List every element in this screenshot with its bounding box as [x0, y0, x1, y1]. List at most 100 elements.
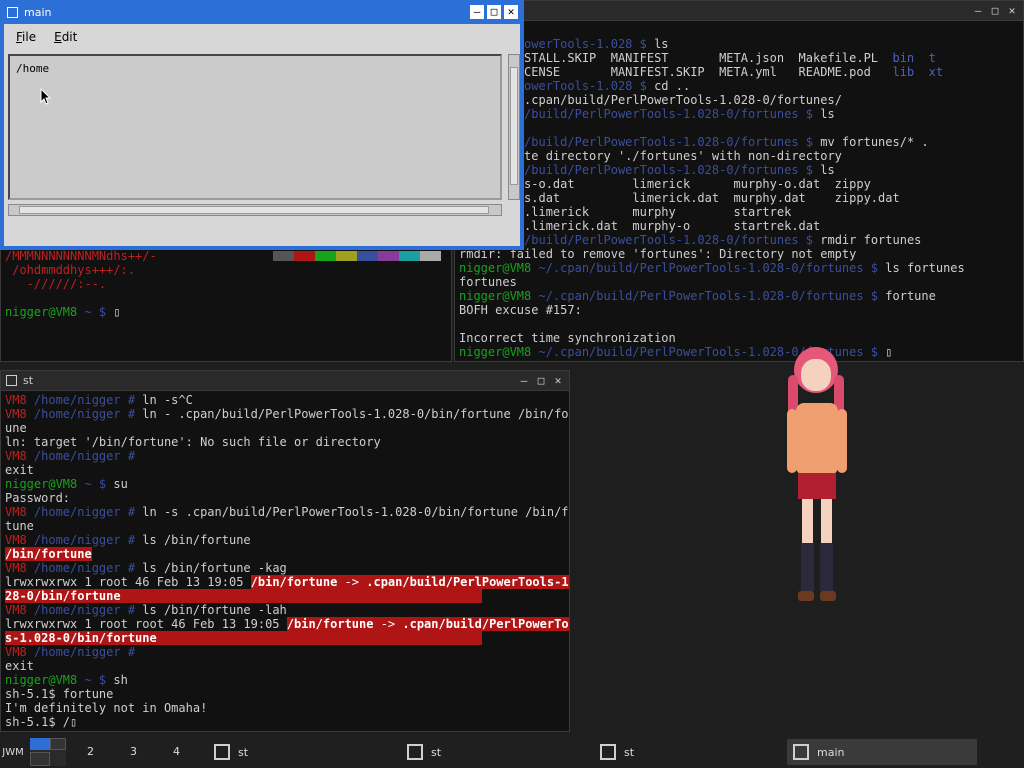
- terminal-text: Incorrect time synchronization: [459, 331, 676, 345]
- main-window[interactable]: main – □ ✕ File Edit /home: [0, 0, 524, 250]
- text-area[interactable]: /home: [8, 54, 502, 200]
- terminal-text: /home/nigger #: [26, 645, 143, 659]
- pager-desktop-3[interactable]: 3: [112, 736, 155, 768]
- terminal-line: VM8 /home/nigger #: [5, 449, 565, 463]
- terminal-line: VM8 /home/nigger # ls /bin/fortune -kag: [5, 561, 565, 575]
- title-bar[interactable]: main – □ ✕: [2, 2, 522, 22]
- top-left-terminal-output[interactable]: /MMMNNNNNNNNMNdhs++/- /ohdmmddhys+++/:. …: [1, 247, 451, 361]
- maximize-icon[interactable]: □: [487, 5, 501, 19]
- terminal-line: lrwxrwxrwx 1 root 46 Feb 13 19:05 /bin/f…: [5, 575, 569, 589]
- palette-swatch: [294, 251, 315, 261]
- terminal-text: ln - .cpan/build/PerlPowerTools-1.028-0/…: [142, 407, 569, 421]
- terminal-text: ln -s .cpan/build/PerlPowerTools-1.028-0…: [142, 505, 569, 519]
- terminal-text: nigger@VM8: [459, 345, 532, 359]
- window-icon: [793, 744, 809, 760]
- terminal-text: 28-0/bin/fortune: [5, 589, 482, 603]
- terminal-text: ~ $: [77, 305, 114, 319]
- window-menu-icon[interactable]: [6, 375, 17, 386]
- window-icon: [600, 744, 616, 760]
- terminal-line: ln: target '/bin/fortune': No such file …: [5, 435, 565, 449]
- horizontal-scroll-thumb[interactable]: [19, 206, 489, 214]
- terminal-text: ls /bin/fortune: [142, 533, 251, 547]
- terminal-text: ->: [337, 575, 367, 589]
- terminal-line: sh-5.1$ fortune: [5, 687, 565, 701]
- palette-swatch: [336, 251, 357, 261]
- terminal-text: cd .cpan/build/PerlPowerTools-1.028-0/fo…: [502, 93, 842, 107]
- terminal-text: /home/nigger #: [26, 561, 143, 575]
- terminal-text: fortunes: [459, 275, 517, 289]
- terminal-line: nigger@VM8 ~ $ sh: [5, 673, 565, 687]
- st-terminal-output[interactable]: VM8 /home/nigger # ln -s^C VM8 /home/nigg…: [1, 391, 569, 731]
- st-terminal-window[interactable]: st – □ ✕ VM8 /home/nigger # ln -s^C VM8 /…: [0, 370, 570, 732]
- terminal-text: t: [928, 51, 936, 65]
- pager-desktop-4[interactable]: 4: [155, 736, 198, 768]
- vertical-scroll-thumb[interactable]: [510, 67, 518, 185]
- terminal-text: NG.md INSTALL.SKIP MANIFEST META.json Ma…: [459, 51, 893, 65]
- mouse-pointer-icon: [40, 88, 52, 105]
- close-icon[interactable]: ✕: [551, 374, 565, 388]
- terminal-text: ~ $: [77, 477, 114, 491]
- terminal-text: VM8: [5, 561, 27, 575]
- minimize-icon[interactable]: –: [971, 4, 985, 18]
- terminal-line: VM8 /home/nigger # ls /bin/fortune -lah: [5, 603, 565, 617]
- terminal-text: ln: target '/bin/fortune': No such file …: [5, 435, 381, 449]
- window-icon: [214, 744, 230, 760]
- title-bar[interactable]: – □ ✕: [455, 1, 1023, 21]
- horizontal-scrollbar[interactable]: [8, 204, 502, 216]
- terminal-text: /ohdmmddhys+++/:.: [5, 263, 136, 277]
- terminal-line: exit: [5, 659, 565, 673]
- terminal-text: /bin/fortune: [5, 547, 92, 561]
- terminal-text: /home/nigger #: [26, 393, 143, 407]
- menu-edit[interactable]: Edit: [54, 30, 77, 44]
- maximize-icon[interactable]: □: [534, 374, 548, 388]
- terminal-line: nigger@VM8 ~ $ su: [5, 477, 565, 491]
- start-menu-button[interactable]: JWM: [0, 747, 26, 758]
- terminal-text: s-1.028-0/bin/fortune: [5, 631, 482, 645]
- vertical-scrollbar[interactable]: [508, 54, 520, 200]
- task-button-st-1[interactable]: st: [208, 739, 398, 765]
- terminal-line: VM8 /home/nigger # ln -s^C: [5, 393, 565, 407]
- terminal-line: LICENSE MANIFEST.SKIP META.yml README.po…: [459, 65, 1019, 79]
- window-menu-icon[interactable]: [7, 6, 18, 18]
- close-icon[interactable]: ✕: [504, 5, 518, 19]
- task-button-st-3[interactable]: st: [594, 739, 784, 765]
- terminal-text: lrwxrwxrwx 1 root root 46 Feb 13 19:05: [5, 617, 287, 631]
- text-area-content: /home: [16, 62, 50, 75]
- minimize-icon[interactable]: –: [517, 374, 531, 388]
- terminal-text: nigger@VM8: [5, 477, 78, 491]
- task-button-main[interactable]: main: [787, 739, 977, 765]
- palette-swatch: [357, 251, 378, 261]
- menu-file-label: ile: [22, 30, 37, 44]
- terminal-line: nigger@VM8 ~/.cpan/build/PerlPowerTools-…: [459, 345, 1019, 359]
- terminal-line: BOFH excuse #157:: [459, 303, 1019, 317]
- terminal-text: ls /bin/fortune -kag: [142, 561, 287, 575]
- close-icon[interactable]: ✕: [1005, 4, 1019, 18]
- terminal-line: 8 ~/PerlPowerTools-1.028 $ cd ..: [459, 79, 1019, 93]
- terminal-line: fortunes-o.dat limerick murphy-o.dat zip…: [459, 177, 1019, 191]
- minimize-icon[interactable]: –: [470, 5, 484, 19]
- terminal-text: .cpan/build/PerlPowerTools-1.0: [366, 575, 569, 589]
- top-right-terminal-output[interactable]: rtunes/8 ~/PerlPowerTools-1.028 $ lsNG.m…: [455, 21, 1023, 361]
- terminal-line: sh-5.1$ /▯: [5, 715, 565, 729]
- terminal-line: nigger@VM8 ~/.cpan/build/PerlPowerTools-…: [459, 289, 1019, 303]
- terminal-line: 8 ~ $ cd .cpan/build/PerlPowerTools-1.02…: [459, 93, 1019, 107]
- task-label: st: [238, 745, 249, 759]
- terminal-text: exit: [5, 659, 34, 673]
- terminal-text: VM8: [5, 393, 27, 407]
- terminal-text: fortune: [885, 289, 936, 303]
- title-bar[interactable]: st – □ ✕: [1, 371, 569, 391]
- terminal-text: nigger@VM8: [459, 261, 532, 275]
- top-right-terminal-window[interactable]: – □ ✕ rtunes/8 ~/PerlPowerTools-1.028 $ …: [454, 0, 1024, 362]
- terminal-text: cd ..: [654, 79, 691, 93]
- pager-desktop-1[interactable]: [26, 736, 69, 768]
- task-label: main: [817, 745, 845, 759]
- terminal-line: NG.md INSTALL.SKIP MANIFEST META.json Ma…: [459, 51, 1019, 65]
- terminal-text: ~/.cpan/build/PerlPowerTools-1.028-0/for…: [531, 261, 886, 275]
- pager-desktop-2[interactable]: 2: [69, 736, 112, 768]
- task-button-st-2[interactable]: st: [401, 739, 591, 765]
- maximize-icon[interactable]: □: [988, 4, 1002, 18]
- window-title: st: [23, 374, 34, 387]
- menu-file[interactable]: File: [16, 30, 36, 44]
- palette-swatch: [399, 251, 420, 261]
